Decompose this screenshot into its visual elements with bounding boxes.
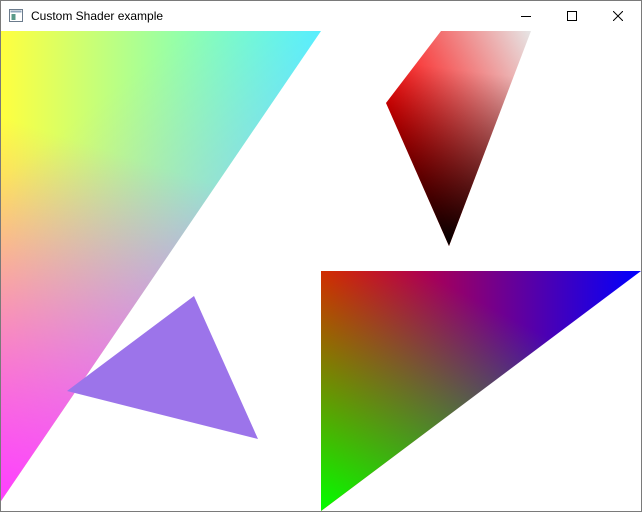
render-canvas[interactable] (1, 31, 641, 511)
maximize-button[interactable] (549, 1, 595, 31)
app-window: Custom Shader example (0, 0, 642, 512)
window-title: Custom Shader example (31, 9, 164, 23)
title-bar[interactable]: Custom Shader example (1, 1, 641, 31)
minimize-icon (521, 16, 531, 17)
close-icon (613, 11, 623, 21)
red-gray-triangle (386, 31, 531, 246)
rainbow-triangle-left (1, 31, 321, 501)
shader-scene (1, 31, 641, 511)
app-window-icon (9, 9, 23, 22)
minimize-button[interactable] (503, 1, 549, 31)
close-button[interactable] (595, 1, 641, 31)
maximize-icon (567, 11, 577, 21)
rgb-triangle-right (321, 271, 641, 511)
